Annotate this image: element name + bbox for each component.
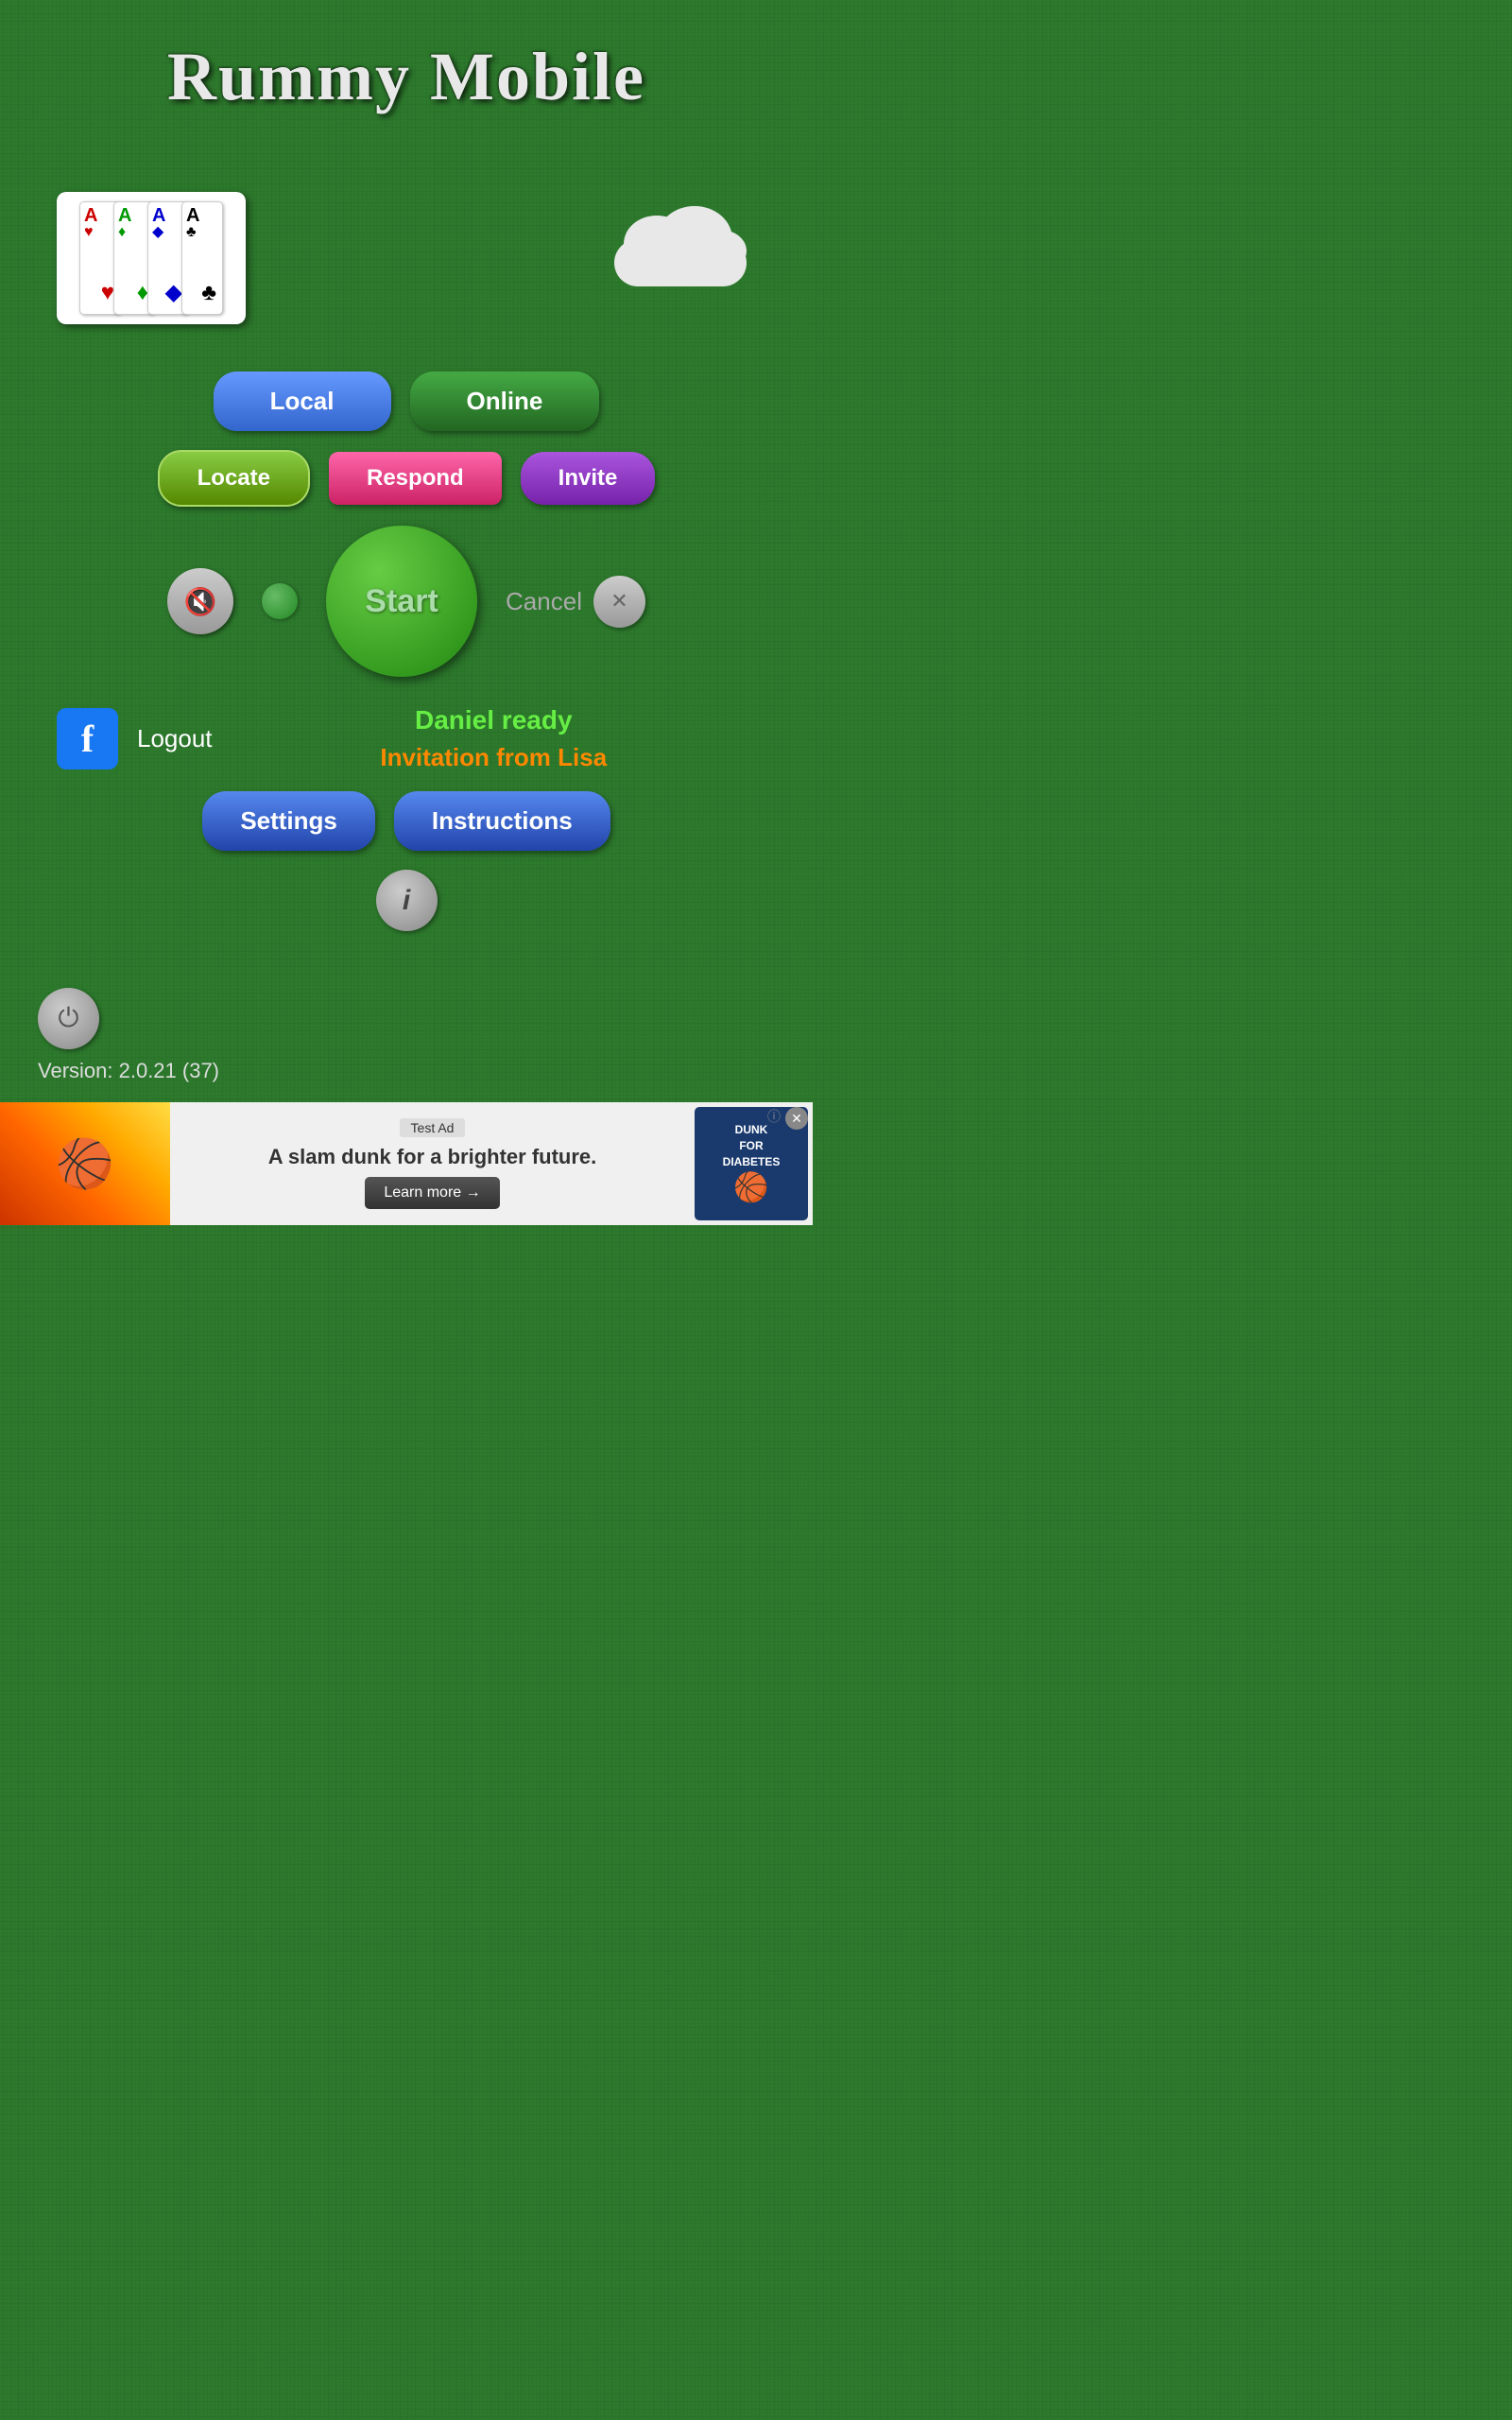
invite-button[interactable]: Invite [521,452,656,505]
cloud-decoration [605,220,756,296]
ad-logo-line3: DIABETES [723,1155,781,1168]
facebook-icon[interactable]: f [57,708,118,769]
app-title: Rummy Mobile [167,38,645,116]
ad-learn-more-button[interactable]: Learn more → [365,1177,499,1209]
ad-text: A slam dunk for a brighter future. [268,1145,597,1169]
logout-button[interactable]: Logout [137,724,213,753]
daniel-ready-status: Daniel ready [415,705,573,735]
cancel-icon: ✕ [610,589,627,614]
bottom-area: ⏻ Version: 2.0.21 (37) [0,988,813,1083]
settings-button[interactable]: Settings [202,791,375,851]
locate-button[interactable]: Locate [158,450,310,507]
info-button[interactable]: i [376,870,438,931]
power-icon: ⏻ [58,1003,78,1034]
fb-letter: f [81,717,94,761]
version-text: Version: 2.0.21 (37) [38,1059,219,1083]
ad-close-button[interactable]: ✕ [785,1107,808,1130]
cancel-area: Cancel ✕ [506,576,645,628]
card-clubs: A ♣ ♣ [181,201,223,315]
start-button[interactable]: Start [326,526,477,677]
ad-logo-line1: DUNK [735,1123,768,1136]
ad-image-inner: 🏀 [0,1102,170,1225]
mute-icon: 🔇 [184,586,217,617]
card-area: A ♥ ♥ A ♦ ♦ A ◆ ◆ A ♣ ♣ [0,192,813,324]
ad-banner: 🏀 Test Ad A slam dunk for a brighter fut… [0,1102,813,1225]
card-fan: A ♥ ♥ A ♦ ♦ A ◆ ◆ A ♣ ♣ [79,201,223,315]
mute-button[interactable]: 🔇 [167,568,233,634]
cancel-button[interactable]: ✕ [593,576,645,628]
info-icon: i [403,885,410,917]
social-area: f Logout Daniel ready Invitation from Li… [0,705,813,772]
power-row: ⏻ [38,988,99,1049]
ad-logo-line2: FOR [739,1139,763,1152]
ad-content: Test Ad A slam dunk for a brighter futur… [170,1109,695,1219]
cards-image: A ♥ ♥ A ♦ ♦ A ◆ ◆ A ♣ ♣ [57,192,246,324]
invitation-text: Invitation from Lisa [380,743,607,772]
instructions-button[interactable]: Instructions [394,791,610,851]
mode-buttons-section: Local Online Locate Respond Invite [0,372,813,507]
ad-people-emoji: 🏀 [56,1136,114,1192]
start-area: 🔇 Start Cancel ✕ [0,526,813,677]
ad-test-label: Test Ad [400,1118,466,1137]
online-options-row: Locate Respond Invite [158,450,656,507]
local-button[interactable]: Local [214,372,391,431]
ad-info-icon[interactable]: ⓘ [767,1107,781,1126]
ad-image: 🏀 [0,1102,170,1225]
power-button[interactable]: ⏻ [38,988,99,1049]
online-button[interactable]: Online [410,372,600,431]
cancel-label: Cancel [506,587,582,616]
action-buttons: Settings Instructions [202,791,610,851]
status-center: Daniel ready Invitation from Lisa [232,705,756,772]
player-dot [262,583,298,619]
respond-button[interactable]: Respond [329,452,502,505]
cloud-bump3 [695,230,747,272]
main-mode-row: Local Online [214,372,600,431]
